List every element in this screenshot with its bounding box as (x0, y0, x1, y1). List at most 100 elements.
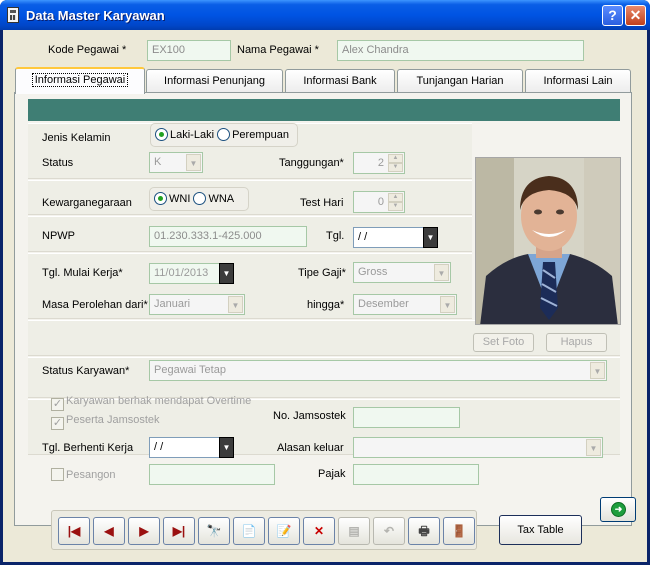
chevron-down-icon: ▼ (228, 296, 243, 313)
status-karyawan-dropdown[interactable]: Pegawai Tetap ▼ (149, 360, 607, 381)
save-icon[interactable]: ▤ (338, 517, 370, 545)
test-hari-label: Test Hari (300, 197, 344, 209)
nama-pegawai-field[interactable]: Alex Chandra (337, 40, 584, 61)
pesangon-field[interactable] (149, 464, 275, 485)
tab-tunjangan-harian[interactable]: Tunjangan Harian (397, 69, 523, 93)
employee-photo (475, 157, 621, 325)
radio-wna[interactable]: WNA (193, 192, 234, 205)
calendar-dropdown-icon[interactable]: ▼ (423, 227, 438, 248)
radio-selected-icon (154, 192, 167, 205)
title-bar[interactable]: Data Master Karyawan ? ✕ (0, 0, 650, 30)
delete-icon[interactable]: ✕ (303, 517, 335, 545)
window-client-area: Kode Pegawai * EX100 Nama Pegawai * Alex… (3, 30, 647, 562)
tab-strip: Informasi Pegawai Informasi Penunjang In… (15, 67, 631, 94)
tab-panel: Jenis Kelamin Laki-Laki Perempuan Status… (14, 92, 636, 526)
npwp-field[interactable]: 01.230.333.1-425.000 (149, 226, 307, 247)
tipe-gaji-dropdown[interactable]: Gross ▼ (353, 262, 451, 283)
tab-informasi-pegawai[interactable]: Informasi Pegawai (15, 67, 145, 94)
tab-informasi-penunjang[interactable]: Informasi Penunjang (146, 69, 283, 93)
chevron-down-icon: ▼ (186, 154, 201, 171)
tgl-berhenti-value: / / (154, 441, 164, 453)
tgl-berhenti-date-field[interactable]: / / ▼ (149, 437, 234, 458)
calendar-dropdown-icon[interactable]: ▼ (219, 437, 234, 458)
status-dropdown[interactable]: K ▼ (149, 152, 203, 173)
go-arrow-icon: ➜ (611, 502, 626, 517)
status-label: Status (42, 157, 74, 169)
chevron-down-icon: ▼ (434, 264, 449, 281)
alasan-keluar-label: Alasan keluar (277, 442, 344, 454)
pajak-label: Pajak (318, 468, 346, 480)
tipe-gaji-value: Gross (358, 266, 388, 278)
nama-pegawai-label: Nama Pegawai * (237, 44, 319, 56)
hingga-value: Desember (358, 298, 409, 310)
tanggungan-stepper[interactable]: 2 ▲ ▼ (353, 152, 405, 174)
mulai-kerja-value: 11/01/2013 (154, 267, 209, 279)
new-document-icon[interactable]: 📄 (233, 517, 265, 545)
print-icon[interactable]: 🖶 (408, 517, 440, 545)
status-karyawan-label: Status Karyawan* (42, 365, 130, 377)
spin-down-icon[interactable]: ▼ (388, 163, 403, 172)
window-title: Data Master Karyawan (26, 8, 165, 23)
kewarganegaraan-label: Kewarganegaraan (42, 197, 132, 209)
jenis-kelamin-label: Jenis Kelamin (42, 132, 111, 144)
chevron-down-icon: ▼ (440, 296, 455, 313)
jamsostek-checkbox[interactable]: ✓ Peserta Jamsostek (51, 414, 160, 430)
mulai-kerja-date-field[interactable]: 11/01/2013 ▼ (149, 263, 234, 284)
test-hari-value: 0 (377, 196, 384, 208)
gender-radio-group: Laki-Laki Perempuan (150, 123, 298, 147)
masa-perolehan-value: Januari (154, 298, 191, 310)
undo-icon[interactable]: ↶ (373, 517, 405, 545)
tgl-berhenti-label: Tgl. Berhenti Kerja (42, 442, 134, 454)
go-button[interactable]: ➜ (600, 497, 636, 522)
calculator-icon (7, 7, 19, 23)
spin-down-icon[interactable]: ▼ (388, 202, 403, 211)
checkbox-empty-icon (51, 468, 64, 481)
previous-record-icon[interactable]: ◀ (93, 517, 125, 545)
employee-photo-image (476, 158, 620, 324)
tgl-date-field[interactable]: / / ▼ (353, 227, 438, 248)
application-window: Data Master Karyawan ? ✕ Kode Pegawai * … (0, 0, 650, 565)
find-binoculars-icon[interactable]: 🔭 (198, 517, 230, 545)
masa-perolehan-label: Masa Perolehan dari* (42, 299, 148, 311)
overtime-checkbox[interactable]: ✓ Karyawan berhak mendapat Overtime (51, 395, 251, 411)
set-foto-button[interactable]: Set Foto (473, 333, 534, 352)
spin-up-icon[interactable]: ▲ (388, 154, 403, 163)
next-record-icon[interactable]: ▶ (128, 517, 160, 545)
tax-table-button[interactable]: Tax Table (499, 515, 582, 545)
first-record-icon[interactable]: |◀ (58, 517, 90, 545)
last-record-icon[interactable]: ▶| (163, 517, 195, 545)
calendar-dropdown-icon[interactable]: ▼ (219, 263, 234, 284)
radio-selected-icon (155, 128, 168, 141)
chevron-down-icon: ▼ (586, 439, 601, 456)
test-hari-stepper[interactable]: 0 ▲ ▼ (353, 191, 405, 213)
no-jamsostek-label: No. Jamsostek (273, 410, 346, 422)
citizenship-radio-group: WNI WNA (149, 187, 249, 211)
exit-door-icon[interactable]: 🚪 (443, 517, 475, 545)
pajak-field[interactable] (353, 464, 479, 485)
tgl-value: / / (358, 231, 368, 243)
tanggungan-label: Tanggungan* (279, 157, 344, 169)
radio-perempuan[interactable]: Perempuan (217, 128, 289, 141)
help-button[interactable]: ? (602, 5, 623, 26)
kode-pegawai-label: Kode Pegawai * (48, 44, 127, 56)
tab-informasi-lain[interactable]: Informasi Lain (525, 69, 631, 93)
chevron-down-icon: ▼ (590, 362, 605, 379)
masa-perolehan-dropdown[interactable]: Januari ▼ (149, 294, 245, 315)
no-jamsostek-field[interactable] (353, 407, 460, 428)
kode-pegawai-field[interactable]: EX100 (147, 40, 231, 61)
npwp-label: NPWP (42, 230, 75, 242)
pesangon-checkbox[interactable]: Pesangon (51, 468, 116, 481)
hapus-foto-button[interactable]: Hapus (546, 333, 607, 352)
tab-informasi-bank[interactable]: Informasi Bank (285, 69, 395, 93)
edit-document-icon[interactable]: 📝 (268, 517, 300, 545)
radio-laki-laki[interactable]: Laki-Laki (155, 128, 214, 141)
close-button[interactable]: ✕ (625, 5, 646, 26)
radio-wni[interactable]: WNI (154, 192, 190, 205)
checkbox-checked-icon: ✓ (51, 417, 64, 430)
spin-up-icon[interactable]: ▲ (388, 193, 403, 202)
tgl-label: Tgl. (326, 230, 345, 242)
alasan-keluar-dropdown[interactable]: ▼ (353, 437, 603, 458)
radio-empty-icon (193, 192, 207, 205)
hingga-dropdown[interactable]: Desember ▼ (353, 294, 457, 315)
status-karyawan-value: Pegawai Tetap (154, 364, 226, 376)
